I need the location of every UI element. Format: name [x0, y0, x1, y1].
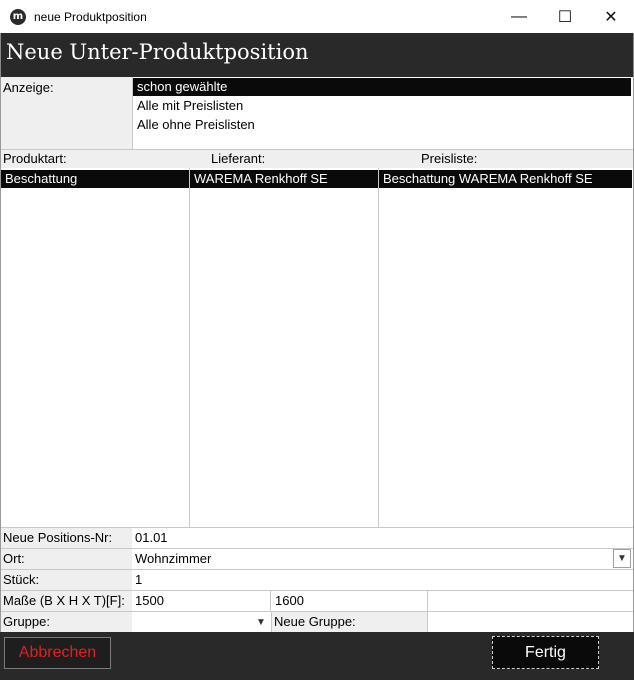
gruppe-dropdown-arrow[interactable]: ▼ — [254, 614, 268, 630]
positions-nr-value: 01.01 — [135, 530, 168, 545]
chevron-down-icon: ▼ — [256, 616, 266, 628]
preisliste-list[interactable] — [379, 168, 633, 527]
ort-dropdown-arrow[interactable]: ▼ — [613, 549, 631, 568]
done-button[interactable]: Fertig — [492, 636, 599, 669]
gruppe-dropdown[interactable] — [132, 612, 270, 632]
app-icon: m — [10, 9, 26, 25]
column-header-preisliste: Preisliste: — [421, 151, 478, 166]
stueck-label: Stück: — [3, 572, 40, 587]
column-header-produktart: Produktart: — [3, 151, 67, 166]
preisliste-item[interactable]: Beschattung WAREMA Renkhoff SE — [379, 170, 632, 188]
close-window-button[interactable]: ✕ — [588, 0, 634, 33]
masse-label: Maße (B X H X T)[F]: — [3, 593, 125, 608]
gruppe-label: Gruppe: — [3, 614, 50, 629]
close-icon: ✕ — [604, 8, 618, 26]
positions-nr-label: Neue Positions-Nr: — [3, 530, 113, 545]
lieferant-item[interactable]: WAREMA Renkhoff SE — [190, 170, 378, 188]
stueck-input[interactable] — [132, 570, 633, 590]
anzeige-label: Anzeige: — [3, 80, 54, 95]
minimize-icon: — — [511, 7, 527, 25]
column-header-lieferant: Lieferant: — [211, 151, 266, 166]
chevron-down-icon: ▼ — [617, 553, 627, 564]
maximize-button[interactable]: ☐ — [542, 0, 588, 33]
maximize-icon: ☐ — [557, 8, 573, 26]
cancel-button[interactable]: Abbrechen — [4, 637, 111, 669]
anzeige-option[interactable]: Alle ohne Preislisten — [133, 116, 631, 134]
produktart-item[interactable]: Beschattung — [1, 170, 189, 188]
ort-label: Ort: — [3, 551, 25, 566]
minimize-button[interactable]: — — [496, 0, 542, 33]
window-title: neue Produktposition — [34, 10, 147, 24]
anzeige-option[interactable]: Alle mit Preislisten — [133, 97, 631, 115]
stueck-value: 1 — [135, 572, 143, 587]
produktart-list[interactable] — [1, 168, 189, 527]
neue-gruppe-label: Neue Gruppe: — [274, 614, 356, 629]
masse-t-input[interactable] — [428, 591, 633, 611]
page-title: Neue Unter-Produktposition — [6, 40, 309, 64]
masse-h-value: 1600 — [275, 593, 304, 608]
anzeige-option[interactable]: schon gewählte — [133, 78, 631, 96]
column-header-row — [1, 149, 633, 168]
ort-value: Wohnzimmer — [135, 551, 212, 566]
masse-b-value: 1500 — [135, 593, 164, 608]
lieferant-list[interactable] — [190, 168, 378, 527]
neue-gruppe-input[interactable] — [428, 612, 633, 632]
